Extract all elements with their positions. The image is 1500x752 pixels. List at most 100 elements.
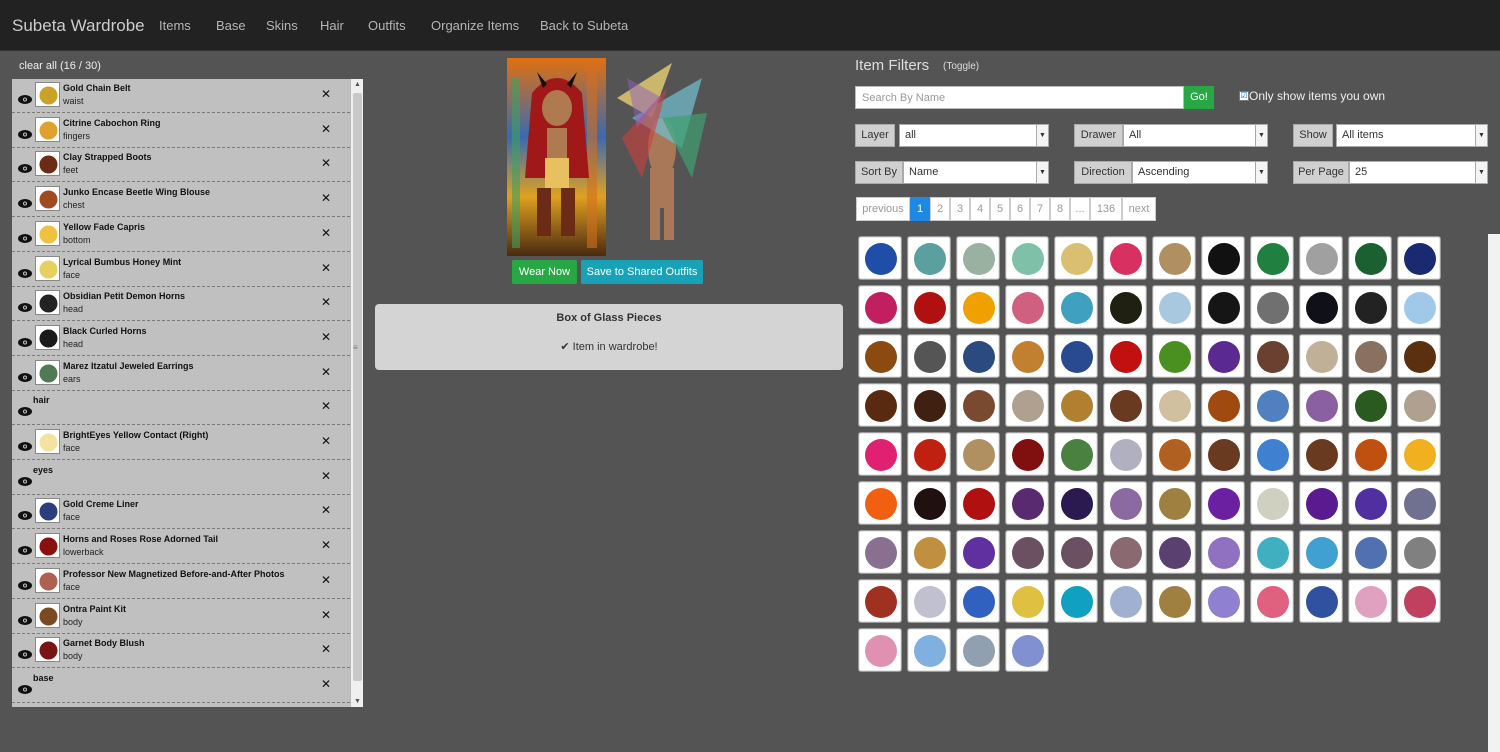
remove-icon[interactable]: ✕ xyxy=(321,330,331,344)
item-cell[interactable] xyxy=(1201,432,1245,476)
item-cell[interactable] xyxy=(1348,285,1392,329)
item-cell[interactable] xyxy=(1005,579,1049,623)
page-previous[interactable]: previous xyxy=(856,197,910,221)
item-cell[interactable] xyxy=(1299,236,1343,280)
item-cell[interactable] xyxy=(858,530,902,574)
eye-icon[interactable] xyxy=(18,681,32,694)
item-cell[interactable] xyxy=(1397,530,1441,574)
item-cell[interactable] xyxy=(956,383,1000,427)
item-cell[interactable] xyxy=(1348,236,1392,280)
item-cell[interactable] xyxy=(1005,383,1049,427)
layer-row[interactable]: Gold Creme Liner face ✕ xyxy=(12,495,350,530)
scroll-down-icon[interactable]: ▼ xyxy=(354,698,361,705)
item-cell[interactable] xyxy=(1348,432,1392,476)
item-cell[interactable] xyxy=(1103,481,1147,525)
layer-row[interactable]: Ontra Paint Kit body ✕ xyxy=(12,600,350,634)
item-cell[interactable] xyxy=(1250,383,1294,427)
item-cell[interactable] xyxy=(1201,334,1245,378)
item-cell[interactable] xyxy=(1250,236,1294,280)
eye-icon[interactable] xyxy=(18,195,32,209)
item-cell[interactable] xyxy=(956,628,1000,672)
layer-row[interactable]: eyes ✕ xyxy=(12,461,350,495)
item-cell[interactable] xyxy=(907,334,951,378)
remove-icon[interactable]: ✕ xyxy=(321,226,331,240)
item-cell[interactable] xyxy=(1103,236,1147,280)
item-cell[interactable] xyxy=(1397,383,1441,427)
item-cell[interactable] xyxy=(1397,579,1441,623)
search-input[interactable]: Search By Name xyxy=(855,86,1184,109)
item-cell[interactable] xyxy=(956,236,1000,280)
layer-row[interactable]: Professor New Magnetized Before-and-Afte… xyxy=(12,565,350,599)
item-cell[interactable] xyxy=(907,530,951,574)
layer-row[interactable]: BrightEyes Yellow Contact (Right) face ✕ xyxy=(12,426,350,460)
item-cell[interactable] xyxy=(1054,432,1098,476)
item-cell[interactable] xyxy=(1152,334,1196,378)
filters-toggle-link[interactable]: (Toggle) xyxy=(943,61,979,72)
layer-row[interactable]: hair ✕ xyxy=(12,391,350,426)
item-cell[interactable] xyxy=(1054,481,1098,525)
layer-scrollbar[interactable]: ▲ ≡ ▼ xyxy=(350,79,363,707)
item-cell[interactable] xyxy=(1005,628,1049,672)
item-cell[interactable] xyxy=(1397,481,1441,525)
nav-items[interactable]: Items xyxy=(159,18,191,33)
item-cell[interactable] xyxy=(907,383,951,427)
layer-row[interactable]: Junko Encase Beetle Wing Blouse chest ✕ xyxy=(12,183,350,218)
item-cell[interactable] xyxy=(907,481,951,525)
item-cell[interactable] xyxy=(956,579,1000,623)
item-cell[interactable] xyxy=(1103,383,1147,427)
eye-icon[interactable] xyxy=(18,507,32,521)
scroll-up-icon[interactable]: ▲ xyxy=(354,81,361,88)
eye-icon[interactable] xyxy=(18,160,32,174)
page-7[interactable]: 7 xyxy=(1030,197,1050,221)
item-cell[interactable] xyxy=(1152,530,1196,574)
item-cell[interactable] xyxy=(1054,530,1098,574)
item-cell[interactable] xyxy=(1348,530,1392,574)
item-cell[interactable] xyxy=(1299,530,1343,574)
item-cell[interactable] xyxy=(1397,334,1441,378)
per-page-select[interactable]: 25 ▼ xyxy=(1349,161,1488,184)
sort-by-select[interactable]: Name ▼ xyxy=(903,161,1049,184)
dropdown-caret-icon[interactable]: ▼ xyxy=(1475,162,1487,183)
remove-icon[interactable]: ✕ xyxy=(321,538,331,552)
item-cell[interactable] xyxy=(1397,236,1441,280)
remove-icon[interactable]: ✕ xyxy=(321,122,331,136)
nav-back-to-subeta[interactable]: Back to Subeta xyxy=(540,18,628,33)
item-cell[interactable] xyxy=(858,334,902,378)
item-cell[interactable] xyxy=(1005,530,1049,574)
remove-icon[interactable]: ✕ xyxy=(321,87,331,101)
remove-icon[interactable]: ✕ xyxy=(321,608,331,622)
item-cell[interactable] xyxy=(1103,334,1147,378)
eye-icon[interactable] xyxy=(18,646,32,660)
item-cell[interactable] xyxy=(956,285,1000,329)
layer-row[interactable]: base ✕ xyxy=(12,669,350,703)
page-6[interactable]: 6 xyxy=(1010,197,1030,221)
eye-icon[interactable] xyxy=(18,403,32,417)
item-cell[interactable] xyxy=(907,628,951,672)
clear-all-link[interactable]: clear all (16 / 30) xyxy=(19,60,101,72)
nav-base[interactable]: Base xyxy=(216,18,246,33)
own-items-checkbox[interactable]: ☑ xyxy=(1239,91,1249,101)
nav-organize-items[interactable]: Organize Items xyxy=(431,18,519,33)
item-cell[interactable] xyxy=(907,579,951,623)
drawer-filter-select[interactable]: All ▼ xyxy=(1123,124,1268,147)
eye-icon[interactable] xyxy=(18,230,32,243)
save-shared-outfits-button[interactable]: Save to Shared Outfits xyxy=(581,260,703,284)
remove-icon[interactable]: ✕ xyxy=(321,365,331,379)
item-cell[interactable] xyxy=(1250,481,1294,525)
page-8[interactable]: 8 xyxy=(1050,197,1070,221)
item-cell[interactable] xyxy=(1299,432,1343,476)
show-filter-select[interactable]: All items ▼ xyxy=(1336,124,1488,147)
item-cell[interactable] xyxy=(858,285,902,329)
item-cell[interactable] xyxy=(956,481,1000,525)
nav-hair[interactable]: Hair xyxy=(320,18,344,33)
item-cell[interactable] xyxy=(956,432,1000,476)
item-cell[interactable] xyxy=(907,236,951,280)
item-cell[interactable] xyxy=(1005,285,1049,329)
dropdown-caret-icon[interactable]: ▼ xyxy=(1255,162,1267,183)
item-cell[interactable] xyxy=(1005,334,1049,378)
page-1[interactable]: 1 xyxy=(910,197,930,221)
layer-row[interactable]: Horns and Roses Rose Adorned Tail lowerba… xyxy=(12,530,350,565)
item-cell[interactable] xyxy=(1152,383,1196,427)
brand-title[interactable]: Subeta Wardrobe xyxy=(12,16,145,36)
item-cell[interactable] xyxy=(1054,285,1098,329)
